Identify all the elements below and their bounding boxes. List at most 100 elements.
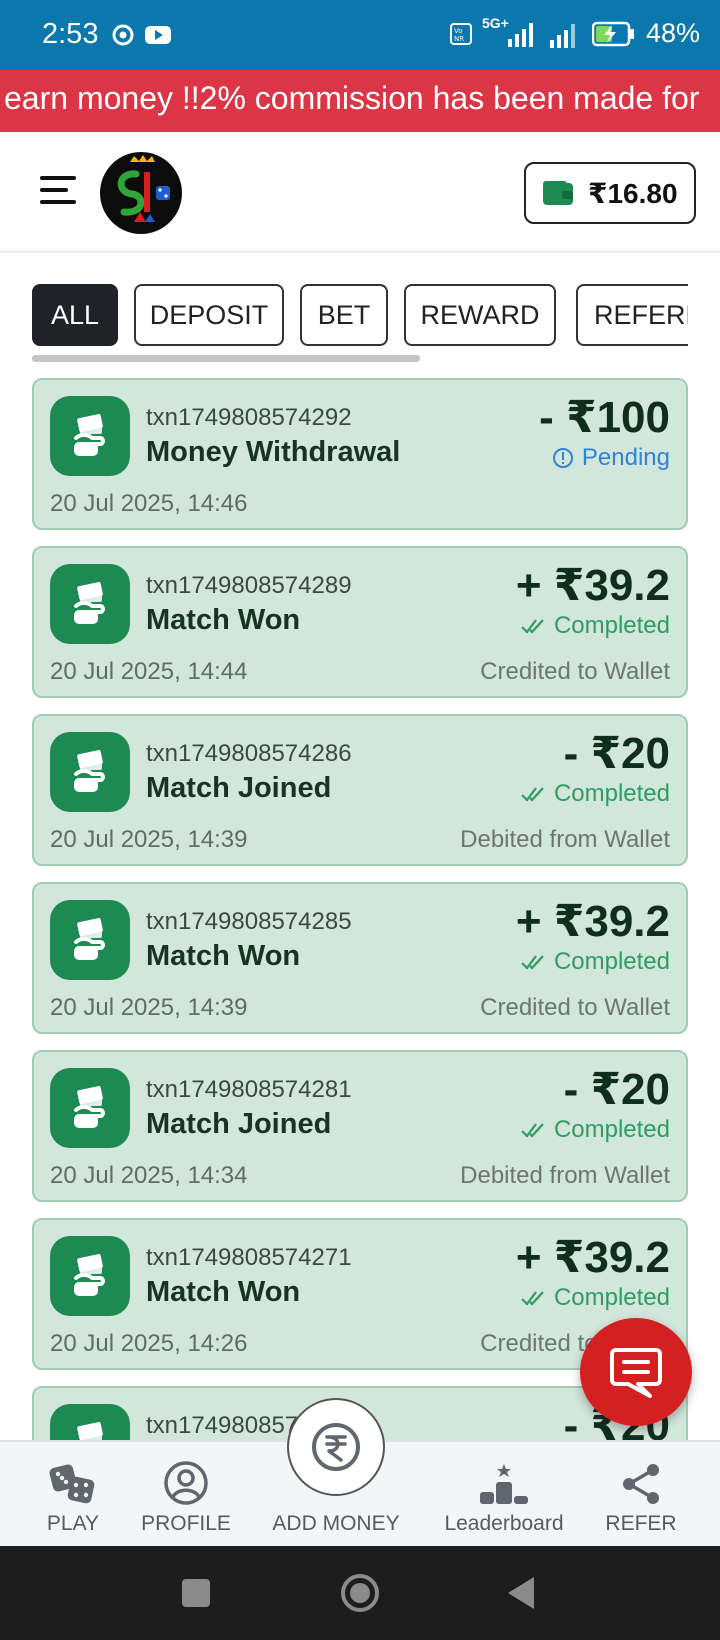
transaction-amount: + ₹39.2 bbox=[515, 897, 670, 946]
transaction-status: Completed bbox=[520, 612, 670, 640]
transaction-status: Completed bbox=[520, 1116, 670, 1144]
marquee-text: earn money !!2% commission has been made… bbox=[4, 80, 700, 116]
tab-reward[interactable]: REWARD bbox=[404, 284, 556, 346]
money-hand-icon bbox=[50, 1068, 130, 1148]
transaction-status: Pending bbox=[552, 444, 670, 472]
youtube-icon bbox=[144, 24, 172, 51]
transaction-date: 20 Jul 2025, 14:44 bbox=[50, 658, 248, 685]
transaction-type: Match Won bbox=[146, 940, 301, 972]
money-hand-icon bbox=[50, 396, 130, 476]
double-check-icon bbox=[521, 619, 544, 634]
tab-bet[interactable]: BET bbox=[300, 284, 388, 346]
money-hand-icon bbox=[50, 564, 130, 644]
double-check-icon bbox=[521, 1291, 544, 1306]
transaction-id: txn1749808574 bbox=[146, 1412, 312, 1439]
transaction-date: 20 Jul 2025, 14:39 bbox=[50, 826, 248, 853]
money-hand-icon bbox=[50, 900, 130, 980]
chrome-icon bbox=[112, 24, 134, 51]
battery-percent: 48% bbox=[645, 18, 700, 48]
tab-referral[interactable]: REFERRAL bbox=[576, 284, 688, 346]
transaction-filter-tabs: ALL DEPOSIT BET REWARD REFERRAL bbox=[32, 284, 688, 348]
transaction-id: txn1749808574286 bbox=[146, 740, 352, 767]
nav-add-money-label: ADD MONEY bbox=[272, 1512, 400, 1535]
svg-text:Vo: Vo bbox=[454, 27, 463, 35]
chat-bubble-icon bbox=[610, 1348, 662, 1398]
battery-icon bbox=[591, 21, 634, 46]
nav-play-label: PLAY bbox=[46, 1512, 100, 1535]
menu-line bbox=[40, 188, 68, 192]
menu-button[interactable] bbox=[40, 174, 76, 206]
recents-button[interactable] bbox=[182, 1579, 210, 1607]
transaction-type: Match Joined bbox=[146, 772, 332, 804]
status-right-icons: Vo NR 5G+ 48% bbox=[449, 15, 700, 49]
info-circle-icon bbox=[552, 448, 573, 468]
transaction-date: 20 Jul 2025, 14:39 bbox=[50, 994, 248, 1021]
nav-leaderboard[interactable]: Leaderboard bbox=[440, 1442, 568, 1548]
share-icon bbox=[623, 1464, 659, 1504]
transaction-status: Completed bbox=[520, 1284, 670, 1312]
nav-play[interactable]: PLAY bbox=[28, 1442, 118, 1548]
transaction-card[interactable]: txn1749808574292 Money Withdrawal - ₹100… bbox=[32, 378, 688, 530]
tab-deposit[interactable]: DEPOSIT bbox=[134, 284, 284, 346]
svg-text:NR: NR bbox=[454, 35, 464, 43]
system-navigation-bar bbox=[0, 1546, 720, 1640]
money-hand-icon bbox=[50, 1236, 130, 1316]
add-money-button[interactable] bbox=[287, 1398, 385, 1496]
transaction-note: Debited from Wallet bbox=[460, 1162, 670, 1189]
dice-icon bbox=[49, 1464, 95, 1504]
transaction-list[interactable]: txn1749808574292 Money Withdrawal - ₹100… bbox=[0, 378, 720, 1440]
status-label: Pending bbox=[581, 444, 670, 471]
transaction-date: 20 Jul 2025, 14:34 bbox=[50, 1162, 248, 1189]
transaction-card[interactable]: txn1749808574285 Match Won + ₹39.2 Compl… bbox=[32, 882, 688, 1034]
double-check-icon bbox=[521, 787, 544, 802]
app-header: ₹16.80 bbox=[0, 132, 720, 252]
wallet-balance-button[interactable]: ₹16.80 bbox=[524, 162, 696, 224]
menu-line bbox=[40, 176, 76, 180]
status-time: 2:53 bbox=[42, 18, 99, 50]
leaderboard-icon bbox=[480, 1464, 528, 1504]
tabs-scrollbar[interactable] bbox=[32, 355, 420, 362]
double-check-icon bbox=[521, 955, 544, 970]
status-label: Completed bbox=[553, 612, 670, 639]
transaction-date: 20 Jul 2025, 14:26 bbox=[50, 1330, 248, 1357]
transaction-amount: - ₹20 bbox=[563, 729, 670, 778]
transaction-card[interactable]: txn1749808574281 Match Joined - ₹20 Comp… bbox=[32, 1050, 688, 1202]
home-button[interactable] bbox=[341, 1574, 379, 1612]
transaction-type: Match Joined bbox=[146, 1108, 332, 1140]
transaction-note: Debited from Wallet bbox=[460, 826, 670, 853]
user-circle-icon bbox=[164, 1461, 208, 1505]
status-label: Completed bbox=[553, 1116, 670, 1143]
double-check-icon bbox=[521, 1123, 544, 1138]
menu-line bbox=[40, 200, 76, 204]
wallet-icon bbox=[543, 181, 573, 205]
nav-leaderboard-label: Leaderboard bbox=[444, 1512, 564, 1535]
nav-refer[interactable]: REFER bbox=[596, 1442, 686, 1548]
transaction-card[interactable]: txn1749808574289 Match Won + ₹39.2 Compl… bbox=[32, 546, 688, 698]
chat-support-button[interactable] bbox=[580, 1318, 692, 1426]
volte-icon: VoNR bbox=[449, 22, 472, 45]
transaction-status: Completed bbox=[520, 780, 670, 808]
transaction-note: Credited to Wallet bbox=[480, 658, 670, 685]
tab-all[interactable]: ALL bbox=[32, 284, 118, 346]
nav-profile-label: PROFILE bbox=[141, 1512, 231, 1535]
transaction-id: txn1749808574281 bbox=[146, 1076, 352, 1103]
transaction-id: txn1749808574271 bbox=[146, 1244, 352, 1271]
announcement-marquee: earn money !!2% commission has been made… bbox=[0, 70, 720, 132]
transaction-date: 20 Jul 2025, 14:46 bbox=[50, 490, 248, 517]
nav-refer-label: REFER bbox=[605, 1512, 677, 1535]
wallet-amount: ₹16.80 bbox=[588, 177, 678, 209]
transaction-id: txn1749808574292 bbox=[146, 404, 352, 431]
status-label: Completed bbox=[553, 780, 670, 807]
status-label: Completed bbox=[553, 948, 670, 975]
back-button[interactable] bbox=[508, 1577, 534, 1609]
transaction-card[interactable]: txn1749808574286 Match Joined - ₹20 Comp… bbox=[32, 714, 688, 866]
transaction-amount: + ₹39.2 bbox=[515, 1233, 670, 1282]
nav-profile[interactable]: PROFILE bbox=[136, 1442, 236, 1548]
transaction-status: Completed bbox=[520, 948, 670, 976]
money-hand-icon bbox=[50, 1404, 130, 1440]
transaction-id: txn1749808574289 bbox=[146, 572, 352, 599]
status-bar: 2:53 Vo NR 5G+ 48% bbox=[0, 0, 720, 70]
network-type: 5G+ bbox=[482, 15, 538, 49]
transaction-amount: + ₹39.2 bbox=[515, 561, 670, 610]
app-logo[interactable] bbox=[100, 152, 182, 234]
